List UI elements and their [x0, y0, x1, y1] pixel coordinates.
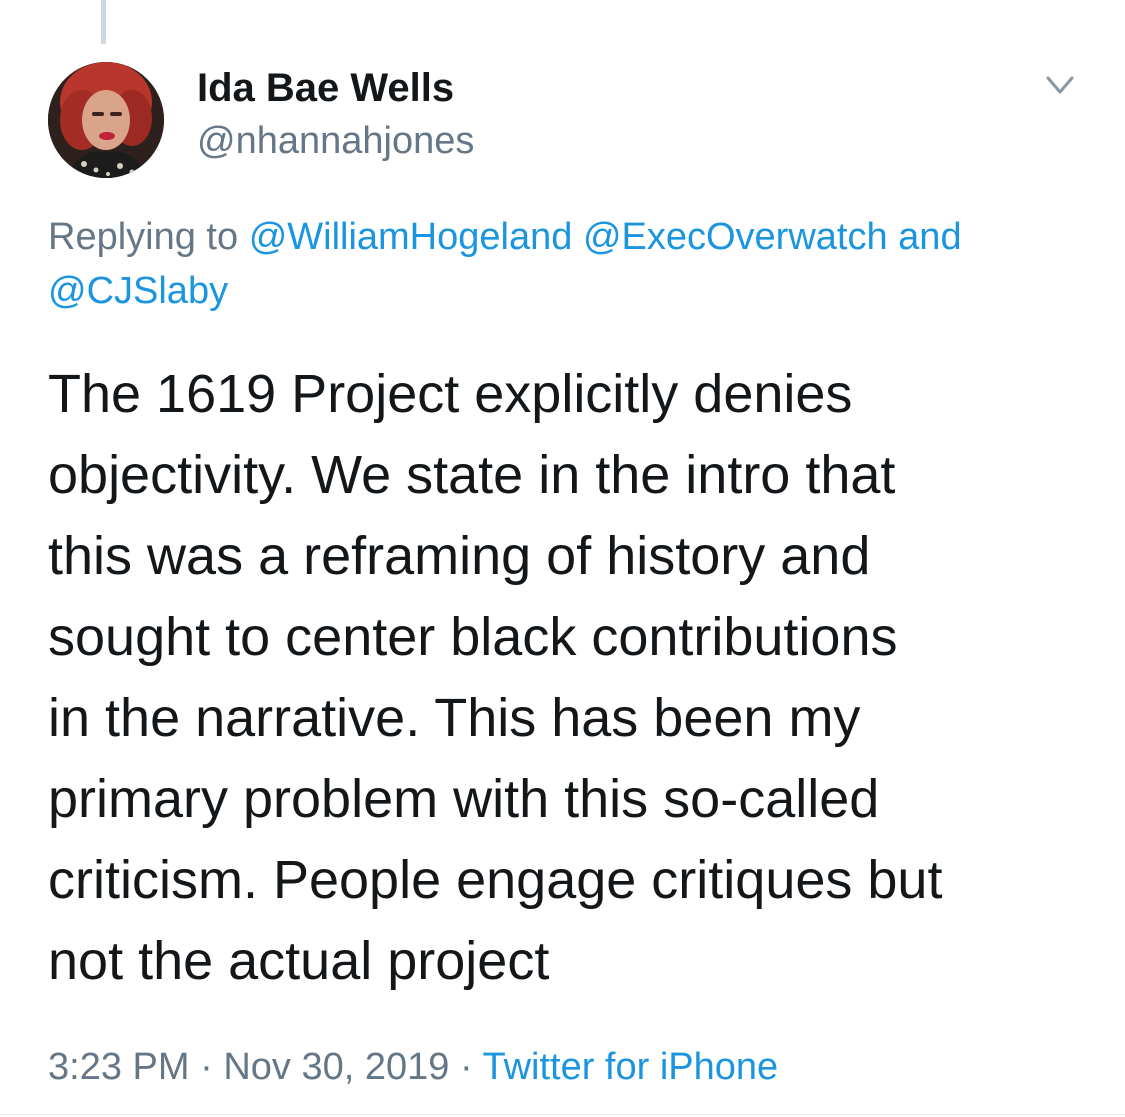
replying-to-line: Replying to @WilliamHogeland @ExecOverwa… — [48, 210, 1098, 318]
meta-separator: · — [459, 1046, 473, 1088]
replying-to-label: Replying to — [48, 216, 239, 258]
tweet-date[interactable]: Nov 30, 2019 — [223, 1046, 449, 1088]
reply-mention-link[interactable]: @WilliamHogeland — [249, 216, 573, 258]
tweet-time[interactable]: 3:23 PM — [48, 1046, 190, 1088]
profile-photo-icon — [48, 62, 164, 178]
tweet-menu-button[interactable] — [1038, 68, 1082, 104]
tweet-body-text: The 1619 Project explicitly denies objec… — [48, 364, 943, 991]
reply-mention-link[interactable]: @ExecOverwatch — [583, 216, 888, 258]
tweet-source-link[interactable]: Twitter for iPhone — [482, 1046, 778, 1088]
reply-mention-link[interactable]: @CJSlaby — [48, 270, 228, 312]
meta-separator: · — [200, 1046, 213, 1088]
divider — [0, 1114, 1125, 1115]
thread-connector-line — [101, 0, 106, 44]
avatar[interactable] — [48, 62, 164, 178]
tweet-metadata: 3:23 PM · Nov 30, 2019 · Twitter for iPh… — [48, 1046, 778, 1089]
author-handle[interactable]: @nhannahjones — [197, 120, 474, 163]
reply-conjunction[interactable]: and — [898, 216, 961, 258]
author-display-name[interactable]: Ida Bae Wells — [197, 66, 454, 111]
chevron-down-icon — [1046, 76, 1074, 94]
